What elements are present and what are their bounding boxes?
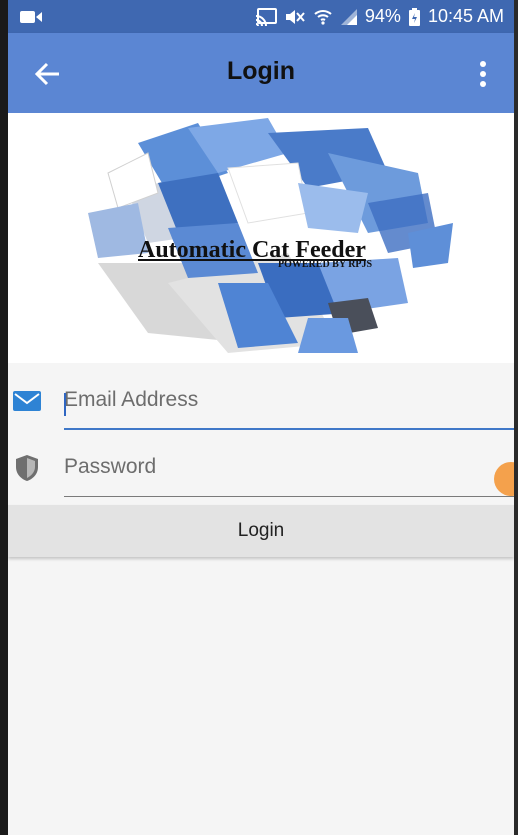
more-vert-icon[interactable] (478, 60, 488, 88)
status-bar: 94% 10:45 AM (8, 0, 514, 33)
mute-icon (285, 9, 305, 24)
mail-icon (13, 391, 41, 411)
signal-icon (340, 8, 357, 25)
login-button[interactable]: Login (8, 505, 514, 557)
password-row (8, 437, 514, 497)
screen-edge (514, 0, 518, 835)
password-underline (64, 496, 514, 497)
wifi-icon (314, 9, 332, 25)
logo-subtitle: POWERED BY RPJS (278, 259, 373, 270)
battery-icon (408, 7, 420, 26)
screen-cast-icon (255, 7, 277, 26)
email-row (8, 370, 514, 430)
email-field[interactable] (64, 378, 514, 422)
video-camera-icon (20, 11, 42, 23)
app-screen: 94% 10:45 AM Login Automatic Cat Feeder … (8, 0, 514, 835)
text-cursor (64, 393, 66, 416)
password-field[interactable] (64, 445, 514, 489)
email-underline (64, 428, 514, 430)
logo-area: Automatic Cat Feeder POWERED BY RPJS (8, 113, 514, 363)
page-title: Login (226, 57, 296, 85)
status-time: 10:45 AM (427, 6, 504, 26)
app-bar: Login (8, 33, 514, 113)
shield-icon (16, 455, 38, 481)
battery-percent: 94% (364, 6, 401, 26)
